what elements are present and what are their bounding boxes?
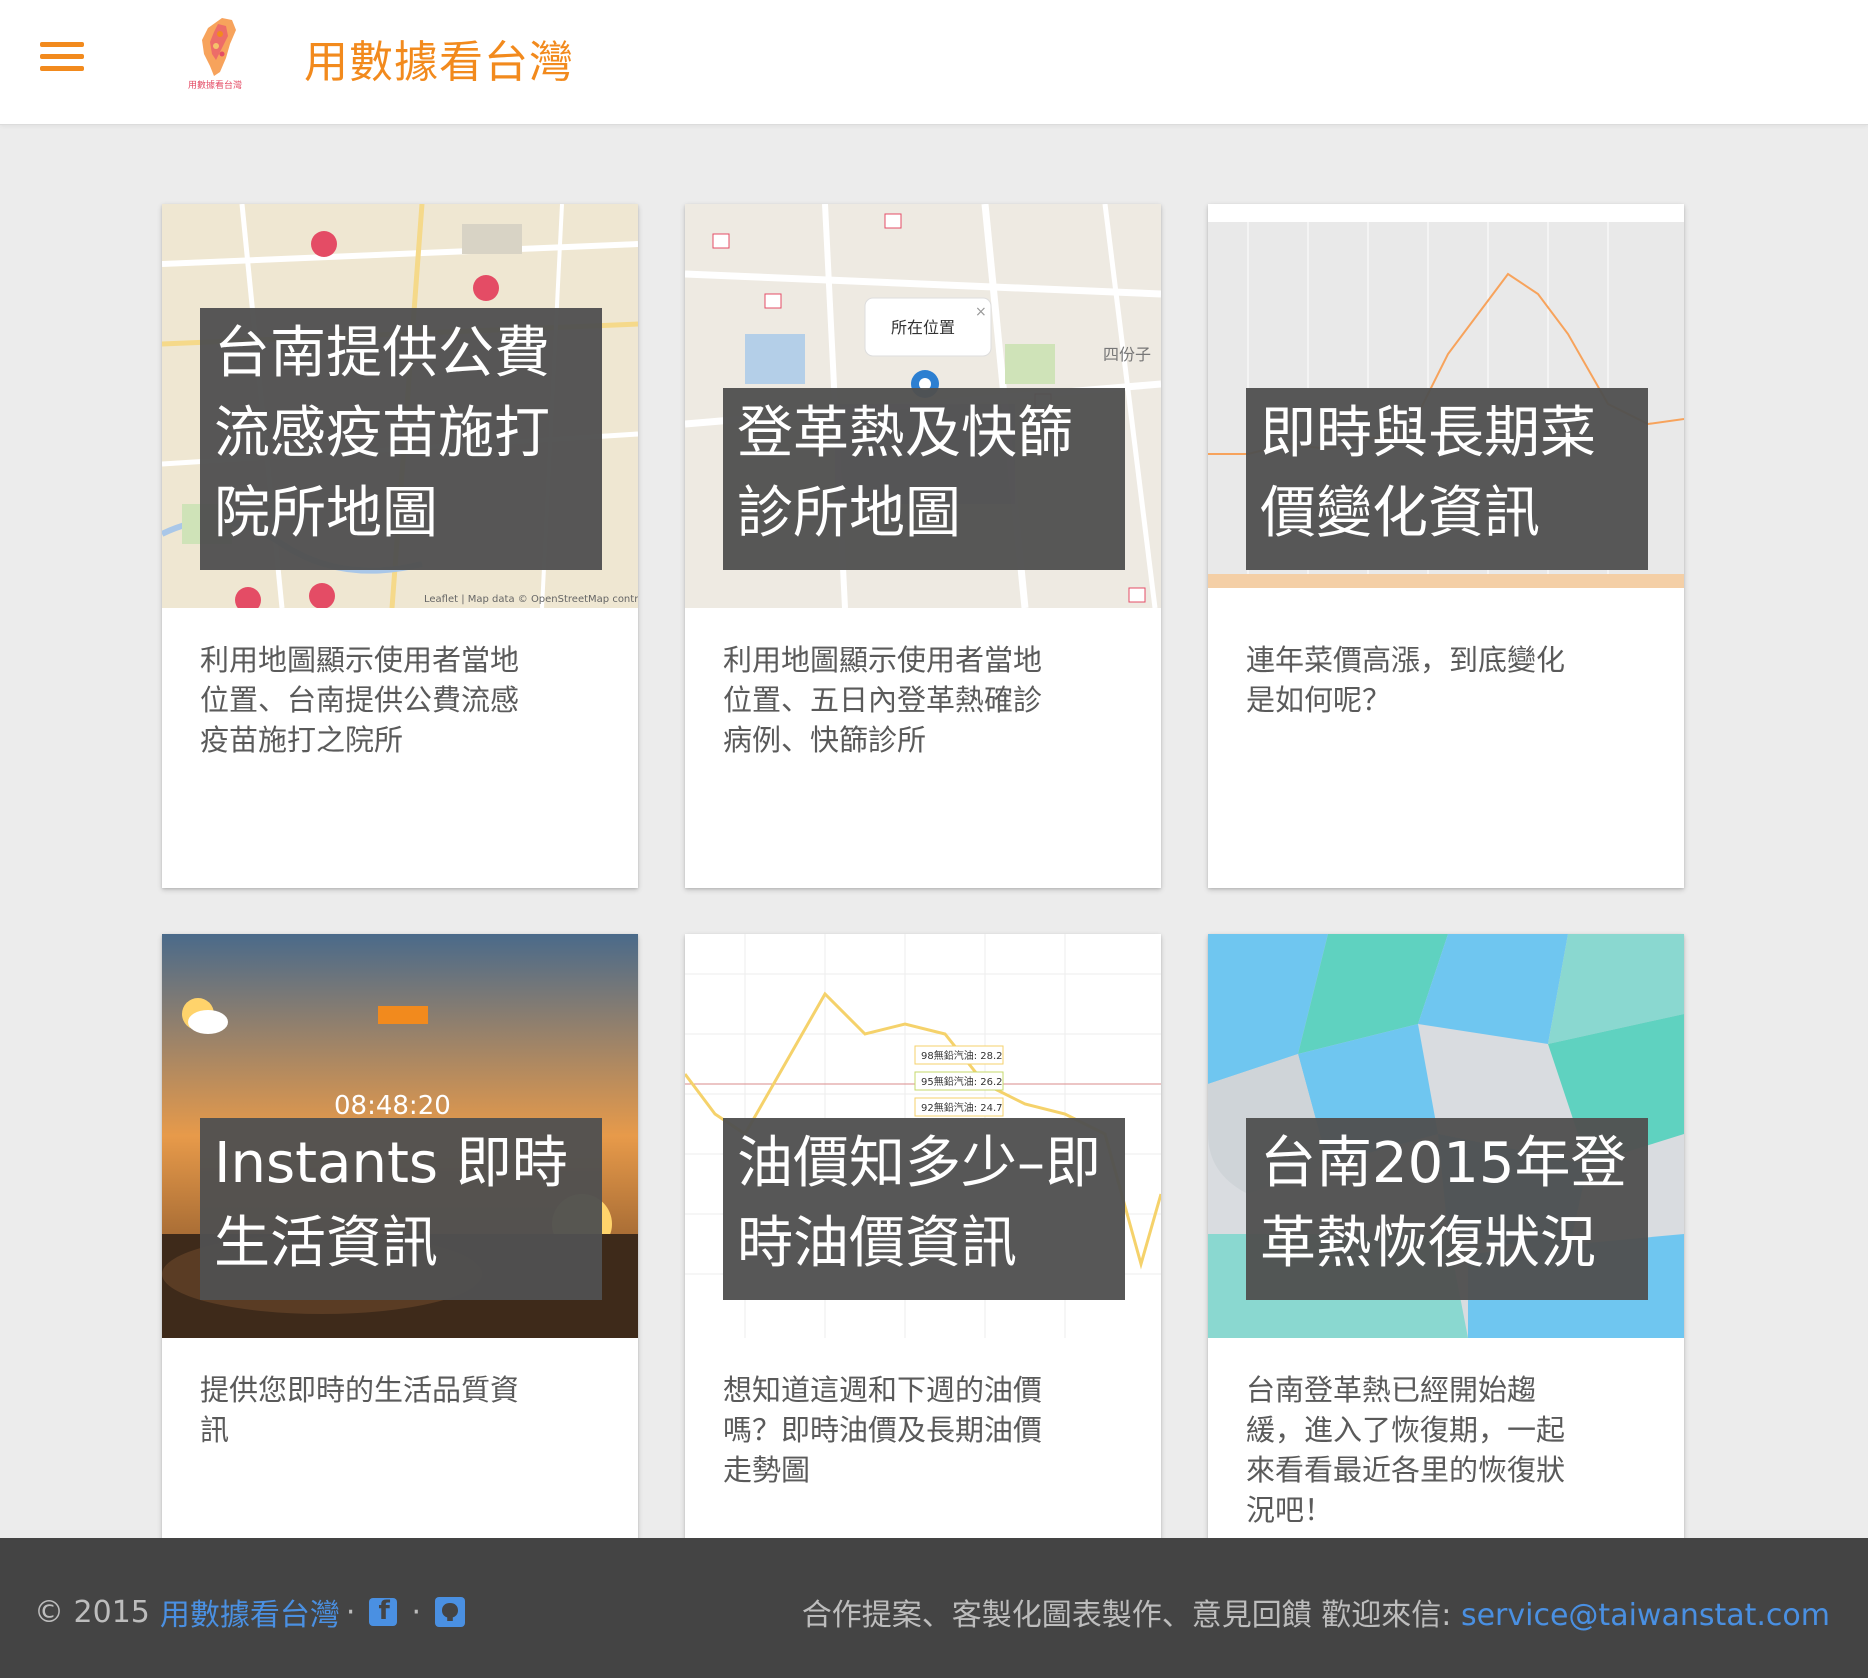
copyright-text: © 2015: [34, 1594, 150, 1630]
card-title[interactable]: 台南2015年登 革熱恢復狀況: [1246, 1118, 1648, 1300]
svg-text:95無鉛汽油: 26.2: 95無鉛汽油: 26.2: [921, 1075, 1003, 1088]
card-title[interactable]: 即時與長期菜 價變化資訊: [1246, 388, 1648, 570]
email-link[interactable]: service@taiwanstat.com: [1461, 1598, 1830, 1633]
contact-text: 合作提案、客製化圖表製作、意見回饋 歡迎來信:: [801, 1598, 1452, 1633]
card-dengue-recovery[interactable]: 台南2015年登 革熱恢復狀況 台南登革熱已經開始趨 緩，進入了恢復期，一起 來…: [1208, 934, 1684, 1618]
card-vegetable-prices[interactable]: 即時與長期菜 價變化資訊 連年菜價高漲，到底變化 是如何呢？: [1208, 204, 1684, 888]
facebook-icon[interactable]: [369, 1596, 398, 1626]
card-title[interactable]: Instants 即時 生活資訊: [200, 1118, 602, 1300]
site-logo[interactable]: 用數據看台灣: [170, 14, 260, 98]
card-description: 提供您即時的生活品質資 訊: [200, 1373, 520, 1447]
footer-separator: ·: [345, 1594, 356, 1630]
logo-text: 用數據看台灣: [187, 81, 242, 91]
footer-brand-link[interactable]: 用數據看台灣: [160, 1590, 340, 1634]
card-title[interactable]: 油價知多少–即 時油價資訊: [723, 1118, 1125, 1300]
svg-text:92無鉛汽油: 24.7: 92無鉛汽油: 24.7: [921, 1101, 1003, 1114]
card-dengue-clinic-map[interactable]: 所在位置 × 四份子 登革熱及快篩 診所地圖 利用地圖顯示使用者當地 位置、五日…: [685, 204, 1161, 888]
svg-text:×: ×: [975, 304, 987, 320]
card-flu-vaccine-map[interactable]: Leaflet | Map data © OpenStreetMap contr…: [162, 204, 638, 888]
svg-text:Leaflet | Map data © OpenStree: Leaflet | Map data © OpenStreetMap contr…: [424, 594, 638, 605]
taiwan-map-icon: [202, 18, 236, 76]
svg-text:四份子: 四份子: [1103, 345, 1151, 364]
card-title[interactable]: 登革熱及快篩 診所地圖: [723, 388, 1125, 570]
card-description: 想知道這週和下週的油價 嗎？即時油價及長期油價 走勢圖: [723, 1373, 1043, 1487]
card-description: 台南登革熱已經開始趨 緩，進入了恢復期，一起 來看看最近各里的恢復狀 況吧！: [1246, 1373, 1566, 1527]
card-oil-price[interactable]: 98無鉛汽油: 28.2 95無鉛汽油: 26.2 92無鉛汽油: 24.7 油…: [685, 934, 1161, 1618]
card-description: 連年菜價高漲，到底變化 是如何呢？: [1246, 643, 1566, 717]
card-description: 利用地圖顯示使用者當地 位置、台南提供公費流感 疫苗施打之院所: [200, 643, 520, 757]
app-header: 用數據看台灣 用數據看台灣: [0, 0, 1868, 125]
site-title[interactable]: 用數據看台灣: [304, 26, 574, 90]
page-footer: © 2015 用數據看台灣 · · 合作提案、客製化圖表製作、意見回饋 歡迎來信…: [0, 1538, 1868, 1678]
card-title[interactable]: 台南提供公費 流感疫苗施打 院所地圖: [200, 308, 602, 570]
footer-separator: ·: [411, 1594, 421, 1630]
svg-text:所在位置: 所在位置: [891, 318, 955, 337]
menu-icon[interactable]: [40, 42, 86, 72]
footer-left: © 2015 用數據看台灣 · ·: [34, 1590, 465, 1634]
svg-text:98無鉛汽油: 28.2: 98無鉛汽油: 28.2: [921, 1049, 1003, 1062]
svg-text:08:48:20: 08:48:20: [334, 1091, 451, 1121]
github-icon[interactable]: [434, 1597, 465, 1627]
card-instants-life-info[interactable]: 08:48:20 Instants 即時 生活資訊 提供您即時的生活品質資 訊: [162, 934, 638, 1618]
footer-contact: 合作提案、客製化圖表製作、意見回饋 歡迎來信: service@taiwanst…: [802, 1590, 1830, 1634]
card-description: 利用地圖顯示使用者當地 位置、五日內登革熱確診 病例、快篩診所: [723, 643, 1043, 757]
